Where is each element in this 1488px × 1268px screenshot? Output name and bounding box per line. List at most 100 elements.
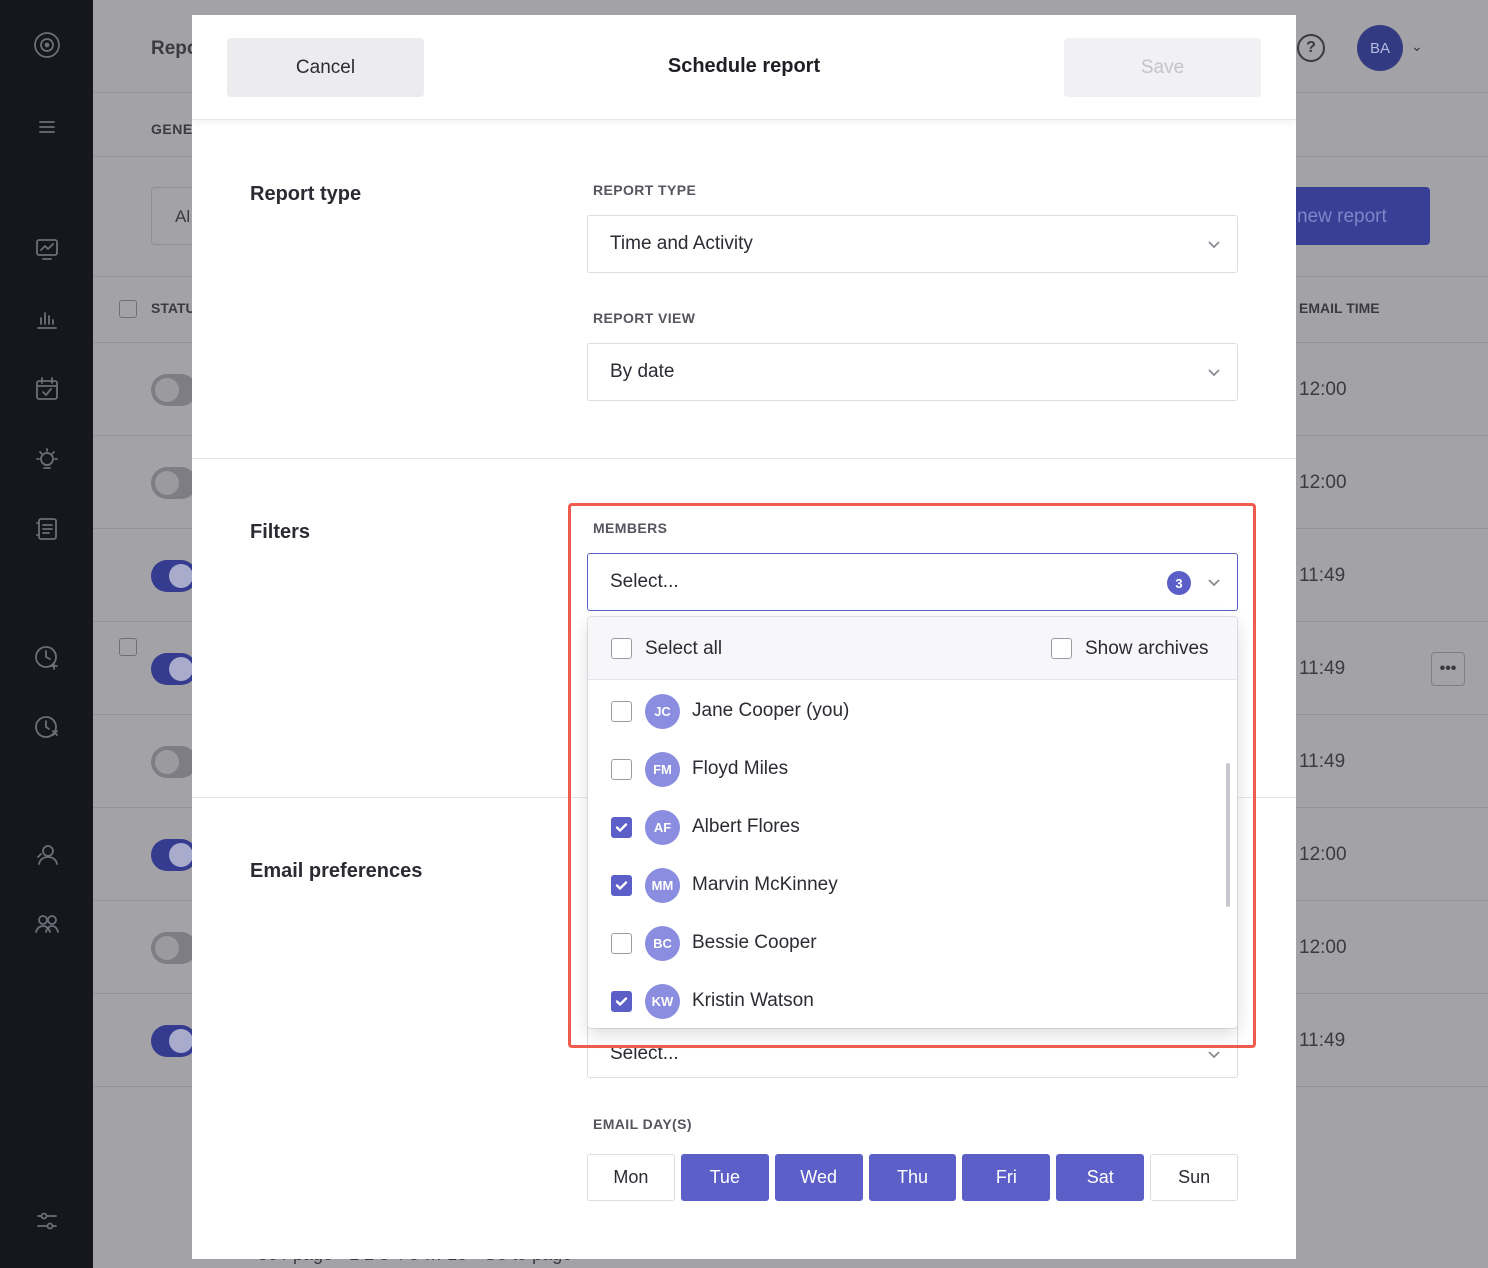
chevron-down-icon [1205, 235, 1223, 253]
report-type-value: Time and Activity [610, 233, 753, 254]
filter-text: Al [175, 207, 191, 226]
report-view-value: By date [610, 361, 675, 382]
status-toggle[interactable] [151, 560, 197, 592]
show-archives-label: Show archives [1085, 638, 1209, 659]
row-email-time: 11:49 [1299, 658, 1346, 679]
dashboard-icon[interactable] [30, 232, 64, 266]
select-all-label: Select all [645, 638, 723, 659]
member-name: Albert Flores [692, 816, 800, 837]
menu-icon[interactable] [30, 110, 64, 144]
member-option[interactable]: AF Albert Flores [588, 799, 1237, 857]
member-checkbox[interactable] [611, 875, 632, 896]
day-toggle-tue[interactable]: Tue [680, 1154, 769, 1201]
day-toggle-wed[interactable]: Wed [774, 1154, 863, 1201]
report-view-label: REPORT VIEW [593, 310, 696, 326]
member-checkbox[interactable] [611, 991, 632, 1012]
help-icon[interactable]: ? [1297, 34, 1325, 62]
toggle-knob [155, 936, 179, 960]
member-checkbox[interactable] [611, 701, 632, 722]
select-all-checkbox[interactable] [611, 638, 632, 659]
timesheet-icon[interactable] [30, 512, 64, 546]
selected-count-badge: 3 [1167, 571, 1191, 595]
member-option[interactable]: JC Jane Cooper (you) [588, 683, 1237, 741]
status-toggle[interactable] [151, 374, 197, 406]
day-toggle-mon[interactable]: Mon [587, 1154, 675, 1201]
sidebar [0, 0, 93, 1268]
toggle-knob [155, 471, 179, 495]
avatar[interactable]: BA [1357, 25, 1403, 71]
day-toggle-sun[interactable]: Sun [1150, 1154, 1239, 1201]
status-toggle[interactable] [151, 1025, 197, 1057]
time-off-icon[interactable] [30, 710, 64, 744]
row-checkbox[interactable] [119, 638, 137, 656]
row-email-time: 12:00 [1299, 844, 1347, 865]
calendar-icon[interactable] [30, 372, 64, 406]
team-icon[interactable] [30, 907, 64, 941]
member-avatar: MM [645, 868, 680, 903]
member-checkbox[interactable] [611, 933, 632, 954]
day-toggle-sat[interactable]: Sat [1056, 1154, 1145, 1201]
member-option[interactable]: MM Marvin McKinney [588, 857, 1237, 915]
row-email-time: 11:49 [1299, 751, 1346, 772]
scrollbar[interactable] [1226, 763, 1230, 907]
report-type-heading: Report type [250, 183, 362, 205]
row-email-time: 11:49 [1299, 565, 1346, 586]
report-type-label: REPORT TYPE [593, 182, 697, 198]
tab-general[interactable]: GENE [151, 121, 193, 137]
day-toggle-fri[interactable]: Fri [962, 1154, 1051, 1201]
status-toggle[interactable] [151, 746, 197, 778]
member-option[interactable]: FM Floyd Miles [588, 741, 1237, 799]
email-hidden-select[interactable]: Select... [587, 1020, 1238, 1078]
row-email-time: 12:00 [1299, 937, 1347, 958]
logo-icon[interactable] [30, 28, 64, 62]
select-all-rows-checkbox[interactable] [119, 300, 137, 318]
modal-header: Cancel Schedule report Save [192, 15, 1296, 120]
toggle-knob [169, 843, 193, 867]
dropdown-options-bar: Select all Show archives [588, 617, 1237, 680]
toggle-knob [169, 564, 193, 588]
member-checkbox[interactable] [611, 817, 632, 838]
toggle-knob [155, 378, 179, 402]
members-placeholder: Select... [610, 571, 679, 592]
member-checkbox[interactable] [611, 759, 632, 780]
insights-icon[interactable] [30, 443, 64, 477]
reports-icon[interactable] [30, 302, 64, 336]
section-divider [192, 458, 1296, 459]
email-preferences-heading: Email preferences [250, 860, 423, 882]
toggle-knob [155, 750, 179, 774]
report-view-select[interactable]: By date [587, 343, 1238, 401]
member-option[interactable]: KW Kristin Watson [588, 973, 1237, 1028]
status-toggle[interactable] [151, 467, 197, 499]
email-days-label: EMAIL DAY(S) [593, 1116, 692, 1132]
status-toggle[interactable] [151, 932, 197, 964]
add-time-icon[interactable] [30, 640, 64, 674]
save-button[interactable]: Save [1064, 38, 1261, 97]
member-avatar: KW [645, 984, 680, 1019]
filters-heading: Filters [250, 521, 311, 543]
report-type-select[interactable]: Time and Activity [587, 215, 1238, 273]
toggle-knob [169, 657, 193, 681]
member-name: Jane Cooper (you) [692, 700, 850, 721]
chevron-down-icon [1205, 1045, 1223, 1063]
members-select[interactable]: Select... 3 [587, 553, 1238, 611]
schedule-report-modal: Cancel Schedule report Save Report type … [192, 15, 1296, 1259]
email-time-header: EMAIL TIME [1299, 300, 1380, 316]
member-name: Kristin Watson [692, 990, 814, 1011]
show-archives-checkbox[interactable] [1051, 638, 1072, 659]
status-toggle[interactable] [151, 839, 197, 871]
more-options-icon[interactable]: ••• [1431, 652, 1465, 686]
row-email-time: 12:00 [1299, 379, 1347, 400]
settings-icon[interactable] [30, 1204, 64, 1238]
member-option[interactable]: BC Bessie Cooper [588, 915, 1237, 973]
day-toggle-thu[interactable]: Thu [868, 1154, 957, 1201]
status-toggle[interactable] [151, 653, 197, 685]
email-select-placeholder: Select... [610, 1043, 679, 1064]
chevron-down-icon [1205, 573, 1223, 591]
members-label: MEMBERS [593, 520, 668, 536]
status-header: STATU [151, 300, 196, 316]
member-icon[interactable] [30, 838, 64, 872]
chevron-down-icon[interactable]: ⌄ [1411, 38, 1423, 55]
member-name: Floyd Miles [692, 758, 789, 779]
member-name: Marvin McKinney [692, 874, 838, 895]
new-report-label: new report [1297, 206, 1387, 227]
